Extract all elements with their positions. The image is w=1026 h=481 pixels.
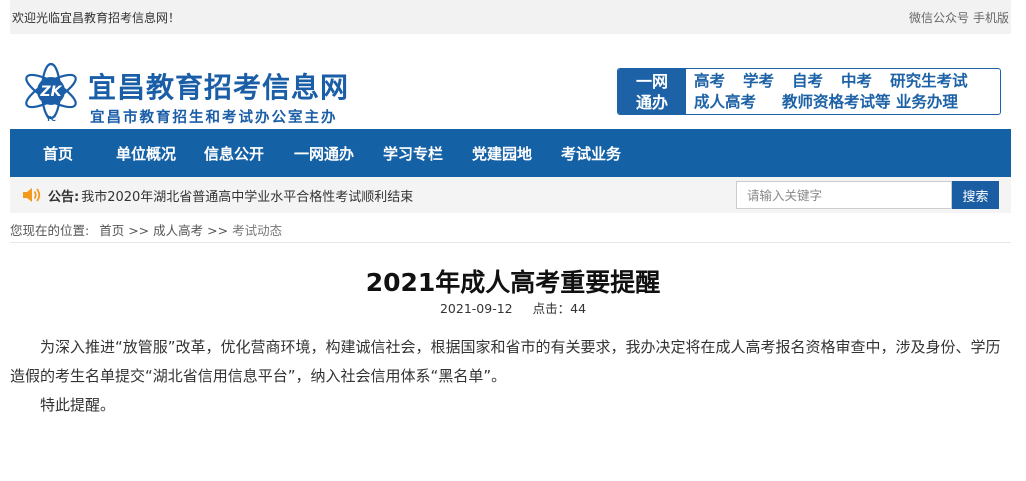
breadcrumb-adult-exam[interactable]: 成人高考 <box>153 223 203 238</box>
breadcrumb-home[interactable]: 首页 <box>99 223 124 238</box>
nav-exam-service[interactable]: 考试业务 <box>561 143 621 164</box>
top-links: 微信公众号 手机版 <box>909 9 1009 26</box>
one-stop-service-box: 一网 通办 高考 学考 自考 中考 研究生考试 成人高考 教师资格考试等 业务办… <box>617 68 1001 115</box>
article-title: 2021年成人高考重要提醒 <box>365 268 661 297</box>
site-logo-icon[interactable]: ZK YC <box>20 62 82 124</box>
breadcrumb-separator: >> <box>128 223 150 238</box>
breadcrumb: 您现在的位置: 首页 >> 成人高考 >> 考试动态 <box>10 220 282 239</box>
badge-line-2: 通办 <box>635 92 668 112</box>
main-nav: 首页 单位概况 信息公开 一网通办 学习专栏 党建园地 考试业务 <box>10 129 1011 177</box>
nav-party[interactable]: 党建园地 <box>472 143 532 164</box>
breadcrumb-exam-news[interactable]: 考试动态 <box>232 223 282 238</box>
nav-about[interactable]: 单位概况 <box>116 143 176 164</box>
quick-link-xuekao[interactable]: 学考 <box>743 71 774 92</box>
wechat-link[interactable]: 微信公众号 <box>909 9 969 26</box>
quick-link-adult-exam[interactable]: 成人高考 <box>694 92 756 113</box>
nav-info-disclosure[interactable]: 信息公开 <box>204 143 264 164</box>
quick-link-teacher-cert[interactable]: 教师资格考试等 业务办理 <box>782 92 958 113</box>
quick-links-row-1: 高考 学考 自考 中考 研究生考试 <box>694 71 1000 92</box>
mobile-link[interactable]: 手机版 <box>973 9 1009 26</box>
quick-link-graduate[interactable]: 研究生考试 <box>890 71 968 92</box>
article-date: 2021-09-12 <box>439 301 513 316</box>
nav-one-stop[interactable]: 一网通办 <box>294 143 354 164</box>
site-header: ZK YC 宜昌教育招考信息网 宜昌市教育招生和考试办公室主办 一网 通办 高考… <box>10 34 1011 129</box>
nav-home[interactable]: 首页 <box>43 143 73 164</box>
svg-text:YC: YC <box>45 115 56 123</box>
badge-line-1: 一网 <box>635 71 668 91</box>
site-subtitle: 宜昌市教育招生和考试办公室主办 <box>90 110 338 126</box>
speaker-icon <box>23 188 41 202</box>
article-paragraph: 特此提醒。 <box>40 396 116 414</box>
site-title[interactable]: 宜昌教育招考信息网 <box>88 66 349 106</box>
article-meta: 2021-09-12 点击：44 <box>0 298 1026 317</box>
top-bar: 欢迎光临宜昌教育招考信息网！ 微信公众号 手机版 <box>10 0 1011 34</box>
one-stop-badge[interactable]: 一网 通办 <box>618 69 686 114</box>
search-box: 搜索 <box>736 181 999 209</box>
search-input[interactable] <box>736 181 952 209</box>
article-hits: 点击：44 <box>533 301 586 316</box>
breadcrumb-prefix: 您现在的位置: <box>10 223 90 238</box>
quick-link-zikao[interactable]: 自考 <box>792 71 823 92</box>
svg-text:ZK: ZK <box>40 84 63 100</box>
search-button[interactable]: 搜索 <box>952 181 999 209</box>
article-body: 为深入推进“放管服”改革，优化营商环境，构建诚信社会，根据国家和省市的有关要求，… <box>10 333 1005 420</box>
welcome-area: 欢迎光临宜昌教育招考信息网！ <box>12 9 180 26</box>
quick-link-zhongkao[interactable]: 中考 <box>841 71 872 92</box>
quick-links-row-2: 成人高考 教师资格考试等 业务办理 <box>694 92 1000 113</box>
hits-count: 44 <box>570 301 587 316</box>
quick-links: 高考 学考 自考 中考 研究生考试 成人高考 教师资格考试等 业务办理 <box>686 69 1000 114</box>
breadcrumb-divider <box>10 242 1011 243</box>
nav-study[interactable]: 学习专栏 <box>383 143 443 164</box>
notice-link[interactable]: 我市2020年湖北省普通高中学业水平合格性考试顺利结束 <box>81 186 413 205</box>
notice-bar: 公告: 我市2020年湖北省普通高中学业水平合格性考试顺利结束 搜索 <box>10 177 1011 213</box>
notice-label: 公告: <box>48 189 80 205</box>
hits-label: 点击： <box>532 301 571 316</box>
breadcrumb-separator: >> <box>207 223 229 238</box>
quick-link-gaokao[interactable]: 高考 <box>694 71 725 92</box>
article-paragraph: 为深入推进“放管服”改革，优化营商环境，构建诚信社会，根据国家和省市的有关要求，… <box>10 338 1001 385</box>
welcome-link[interactable]: 欢迎光临宜昌教育招考信息网！ <box>12 11 180 25</box>
